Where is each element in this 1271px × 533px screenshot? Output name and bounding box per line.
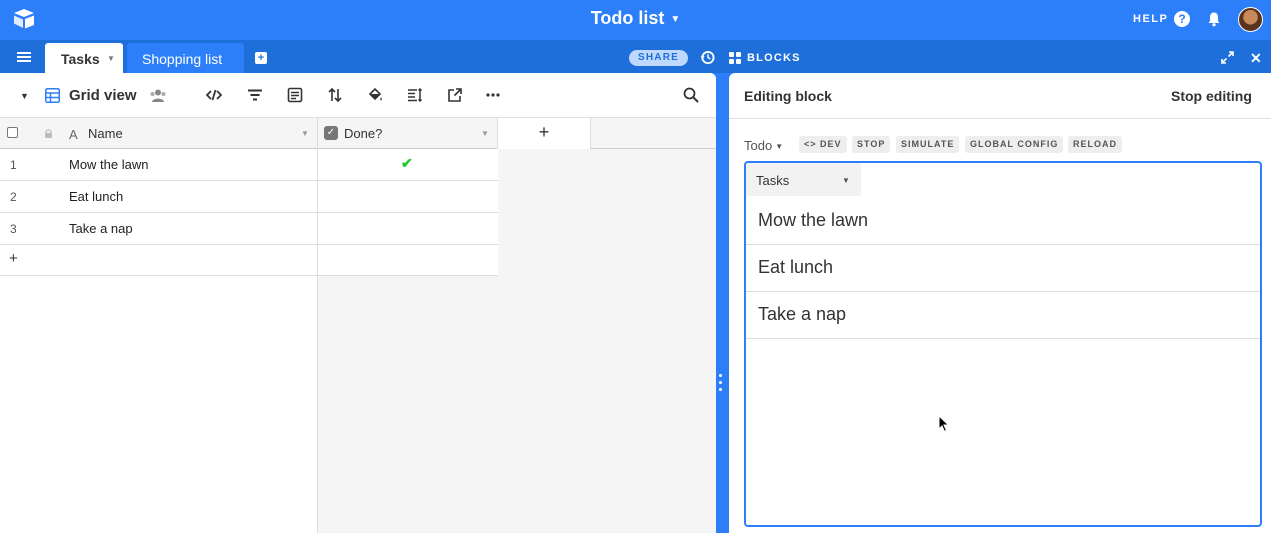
column-header-name[interactable]: A Name ▼ xyxy=(0,118,318,149)
chevron-down-icon[interactable]: ▼ xyxy=(301,129,309,138)
add-field-button[interactable]: + xyxy=(498,118,591,149)
cell-divider xyxy=(317,245,318,276)
dev-chip-label: DEV xyxy=(820,139,842,149)
grid-view-icon[interactable] xyxy=(45,88,60,103)
chevron-down-icon[interactable]: ▼ xyxy=(107,54,115,63)
checkmark-icon[interactable]: ✔ xyxy=(401,155,413,172)
chevron-down-icon: ▼ xyxy=(775,142,784,152)
history-icon[interactable] xyxy=(700,50,715,65)
close-icon[interactable]: ✕ xyxy=(1250,50,1262,67)
help-icon[interactable]: ? xyxy=(1174,11,1190,27)
list-item[interactable]: Take a nap xyxy=(746,292,1260,339)
view-name[interactable]: Grid view xyxy=(69,87,137,104)
stop-chip[interactable]: STOP xyxy=(852,136,891,153)
help-link[interactable]: HELP xyxy=(1133,13,1168,25)
column-header-label: Name xyxy=(88,126,123,141)
tab-shopping-list[interactable]: Shopping list xyxy=(127,43,244,73)
panel-resize-handle[interactable] xyxy=(718,374,724,396)
people-icon[interactable] xyxy=(149,89,167,102)
avatar[interactable] xyxy=(1238,7,1263,32)
add-row-button[interactable]: + xyxy=(0,245,498,276)
reload-chip[interactable]: RELOAD xyxy=(1068,136,1122,153)
lock-icon xyxy=(45,129,52,138)
table-tab-bar: Tasks ▼ Shopping list + SHARE BLOCKS ✕ xyxy=(0,40,1271,73)
code-icon: <> xyxy=(804,139,817,149)
color-icon[interactable] xyxy=(367,87,383,103)
chevron-down-icon: ▼ xyxy=(670,13,681,25)
block-panel-title: Editing block xyxy=(744,88,832,104)
select-all-checkbox-icon[interactable] xyxy=(7,127,18,138)
table-row[interactable]: 1 Mow the lawn ✔ xyxy=(0,149,498,181)
cell-name[interactable]: Mow the lawn xyxy=(69,157,148,172)
block-panel: Editing block Stop editing Todo ▼ <> DEV … xyxy=(729,73,1271,533)
table-select-value: Tasks xyxy=(756,173,790,188)
column-header-label: Done? xyxy=(344,126,383,141)
blocks-icon[interactable] xyxy=(729,52,741,64)
row-number: 1 xyxy=(10,158,17,172)
tab-tasks[interactable]: Tasks ▼ xyxy=(45,43,123,73)
stop-editing-button[interactable]: Stop editing xyxy=(1171,88,1252,104)
block-name: Todo xyxy=(744,138,773,153)
filter-icon[interactable] xyxy=(247,87,263,103)
base-title-text: Todo list xyxy=(590,8,665,28)
view-toolbar: ▼ Grid view xyxy=(0,73,716,118)
table-row[interactable]: 2 Eat lunch xyxy=(0,181,498,213)
todo-list: Mow the lawn Eat lunch Take a nap xyxy=(746,198,1260,339)
row-number: 2 xyxy=(10,190,17,204)
list-item[interactable]: Eat lunch xyxy=(746,245,1260,292)
column-header-done[interactable]: ✓ Done? ▼ xyxy=(318,118,498,149)
base-title[interactable]: Todo list ▼ xyxy=(0,8,1271,29)
simulate-chip[interactable]: SIMULATE xyxy=(896,136,960,153)
table-row[interactable]: 3 Take a nap xyxy=(0,213,498,245)
block-panel-header: Editing block Stop editing xyxy=(729,73,1271,119)
share-view-icon[interactable] xyxy=(447,87,463,103)
add-table-icon[interactable]: + xyxy=(255,52,267,64)
grid-panel: ▼ Grid view A Name ▼ ✓ Done? ▼ + 1 Mow t… xyxy=(0,73,716,533)
view-switcher-caret-icon[interactable]: ▼ xyxy=(20,91,29,101)
bell-icon[interactable] xyxy=(1206,11,1222,27)
hamburger-menu-icon[interactable] xyxy=(17,52,31,62)
plus-icon: + xyxy=(9,250,18,267)
chevron-down-icon[interactable]: ▼ xyxy=(481,129,489,138)
checkbox-field-icon: ✓ xyxy=(324,126,338,140)
tab-label: Tasks xyxy=(61,51,100,67)
sort-icon[interactable] xyxy=(327,87,343,103)
blocks-label[interactable]: BLOCKS xyxy=(747,52,801,64)
share-button[interactable]: SHARE xyxy=(629,50,688,66)
code-icon[interactable] xyxy=(206,87,222,103)
block-frame: Tasks ▼ Mow the lawn Eat lunch Take a na… xyxy=(744,161,1262,527)
global-config-chip[interactable]: GLOBAL CONFIG xyxy=(965,136,1064,153)
cell-divider xyxy=(317,149,318,181)
text-field-icon: A xyxy=(69,127,78,142)
search-icon[interactable] xyxy=(683,87,699,103)
more-icon[interactable] xyxy=(485,87,501,103)
cell-name[interactable]: Eat lunch xyxy=(69,189,123,204)
mouse-cursor-icon xyxy=(938,415,950,433)
table-select[interactable]: Tasks ▼ xyxy=(746,163,861,196)
dev-chip[interactable]: <> DEV xyxy=(799,136,847,153)
chevron-down-icon: ▼ xyxy=(842,176,850,185)
list-item[interactable]: Mow the lawn xyxy=(746,198,1260,245)
cell-name[interactable]: Take a nap xyxy=(69,221,133,236)
row-number: 3 xyxy=(10,222,17,236)
cell-divider xyxy=(317,181,318,213)
tab-label: Shopping list xyxy=(142,51,223,67)
group-icon[interactable] xyxy=(287,87,303,103)
top-bar: Todo list ▼ HELP ? xyxy=(0,0,1271,40)
expand-icon[interactable] xyxy=(1221,51,1234,64)
grid-header-row: A Name ▼ ✓ Done? ▼ + xyxy=(0,118,716,149)
row-height-icon[interactable] xyxy=(407,87,423,103)
block-name-dropdown[interactable]: Todo ▼ xyxy=(744,138,783,153)
cell-divider xyxy=(317,213,318,245)
